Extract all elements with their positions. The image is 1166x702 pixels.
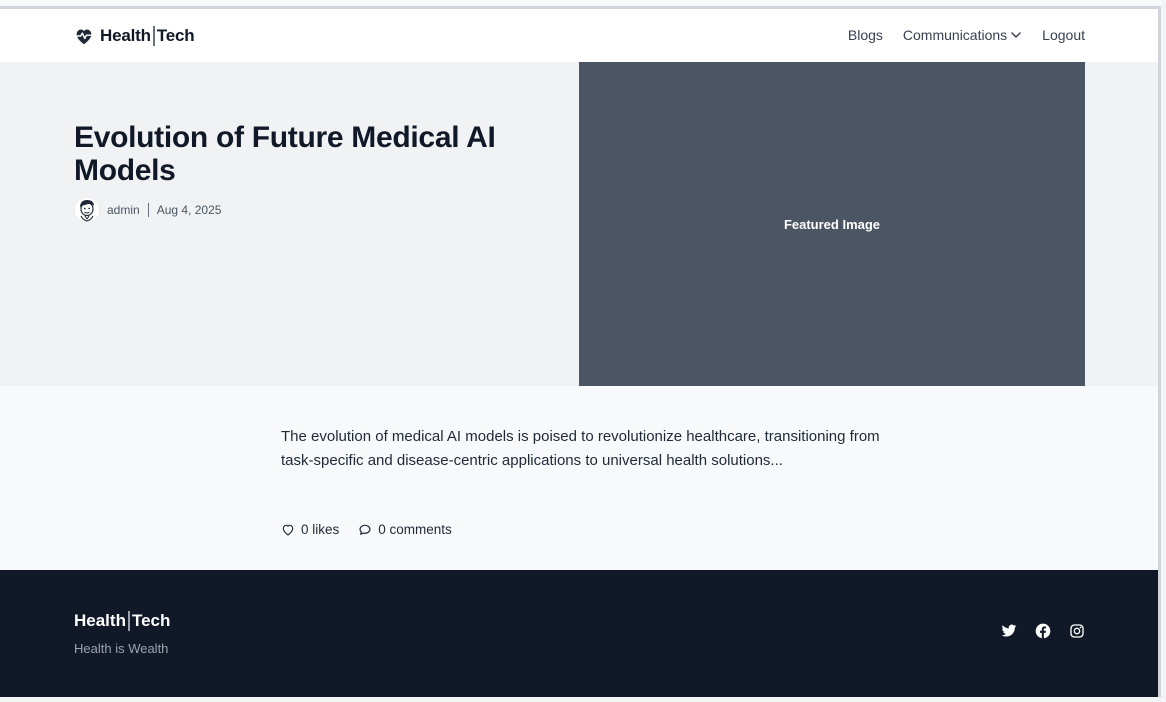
browser-viewport: Health Tech Blogs Communications Logout … (0, 6, 1161, 697)
comment-icon (359, 524, 371, 535)
post-author[interactable]: admin (107, 203, 140, 217)
site-footer: Health Tech Health is Wealth (0, 570, 1158, 697)
footer-tagline: Health is Wealth (74, 641, 169, 656)
nav-logout[interactable]: Logout (1042, 27, 1085, 43)
comments-count: 0 comments (378, 522, 452, 537)
post-content: The evolution of medical AI models is po… (0, 386, 1158, 570)
author-avatar[interactable] (74, 197, 100, 223)
site-header: Health Tech Blogs Communications Logout (0, 9, 1158, 62)
footer-logo-part-2: Tech (131, 611, 171, 630)
comments-button[interactable]: 0 comments (358, 522, 452, 537)
logo-text: Health Tech (100, 26, 195, 46)
window-edge-right (1161, 0, 1166, 702)
facebook-icon[interactable] (1035, 623, 1051, 639)
nav-communications-label: Communications (902, 27, 1008, 43)
heart-pulse-icon (75, 29, 93, 45)
post-stats: 0 likes 0 comments (281, 522, 471, 537)
like-button[interactable]: 0 likes (281, 522, 339, 537)
post-title: Evolution of Future Medical AI Models (74, 121, 496, 187)
post-date: Aug 4, 2025 (156, 203, 222, 217)
nav-communications-dropdown[interactable]: Communications (903, 27, 1022, 43)
meta-divider (147, 203, 149, 217)
site-logo[interactable]: Health Tech (74, 25, 195, 47)
chevron-down-icon (1011, 32, 1021, 38)
footer-logo[interactable]: Health Tech (74, 611, 170, 631)
featured-image-label: Featured Image (783, 216, 881, 232)
logo-part-2: Tech (156, 26, 195, 45)
instagram-icon[interactable] (1069, 623, 1085, 639)
logo-part-1: Health (100, 26, 151, 45)
post-meta: admin Aug 4, 2025 (74, 197, 221, 223)
window-edge-bottom (0, 697, 1166, 702)
footer-logo-part-1: Health (74, 611, 126, 630)
main-nav: Blogs Communications Logout (848, 27, 1085, 43)
heart-icon (282, 524, 294, 536)
logo-divider (152, 26, 155, 46)
footer-logo-divider (127, 611, 130, 631)
social-links (1001, 623, 1085, 639)
twitter-icon[interactable] (1001, 623, 1017, 639)
nav-blogs[interactable]: Blogs (848, 27, 883, 43)
post-excerpt: The evolution of medical AI models is po… (281, 428, 880, 469)
featured-image: Featured Image (579, 62, 1085, 386)
likes-count: 0 likes (301, 522, 340, 537)
